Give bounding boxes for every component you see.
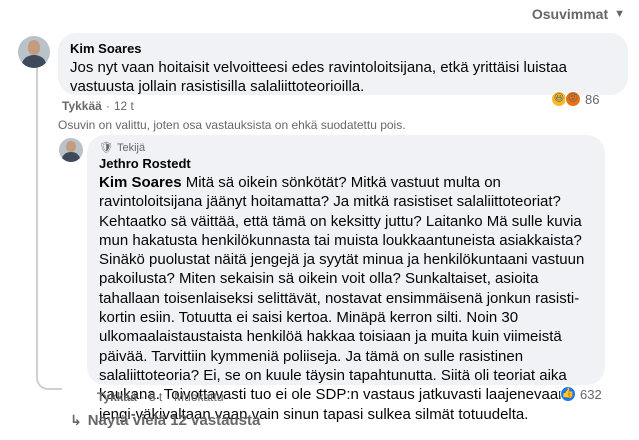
reaction-summary[interactable]: 👍 632	[560, 386, 602, 402]
like-icon: 👍	[560, 386, 576, 402]
avatar[interactable]	[59, 138, 83, 162]
show-more-label: Näytä vielä 12 vastausta	[87, 412, 261, 429]
mention-link[interactable]: Kim Soares	[99, 174, 182, 191]
reply-timestamp[interactable]: 8 t	[149, 390, 162, 404]
comment-author[interactable]: Kim Soares	[70, 41, 616, 56]
reply-body: Mitä sä oikein sönkötät? Mitkä vastuut m…	[99, 174, 585, 423]
separator: ·	[140, 390, 145, 404]
chevron-down-icon: ▼	[614, 8, 625, 20]
thread-connector	[36, 360, 62, 390]
author-badge: 🛡 Tekijä	[99, 141, 593, 155]
separator: ·	[166, 390, 171, 404]
reply-actions: Tykkää · 8 t · Muokattu	[97, 390, 224, 404]
edited-label[interactable]: Muokattu	[174, 390, 223, 404]
badge-label: Tekijä	[116, 141, 146, 154]
reply-author[interactable]: Jethro Rostedt	[99, 156, 593, 171]
like-button[interactable]: Tykkää	[62, 99, 102, 113]
thread-line	[36, 60, 38, 380]
separator: ·	[105, 99, 110, 113]
comment-timestamp[interactable]: 12 t	[114, 99, 134, 113]
reaction-count: 632	[580, 386, 602, 402]
angry-icon: 😡	[565, 91, 581, 107]
comment-text: Jos nyt vaan hoitaisit velvoitteesi edes…	[70, 59, 567, 95]
reply-arrow-icon: ↳	[70, 412, 82, 428]
show-more-replies[interactable]: ↳ Näytä vielä 12 vastausta	[70, 412, 260, 429]
filter-notice: Osuvin on valittu, joten osa vastauksist…	[58, 118, 406, 132]
reaction-summary[interactable]: 😆 😡 86	[551, 91, 599, 107]
comment-bubble: Kim Soares Jos nyt vaan hoitaisit velvoi…	[58, 33, 628, 95]
reply-text: Kim Soares Mitä sä oikein sönkötät? Mitk…	[99, 173, 593, 424]
avatar[interactable]	[18, 36, 50, 68]
reaction-count: 86	[585, 91, 600, 107]
sort-dropdown[interactable]: Osuvimmat ▼	[532, 6, 625, 22]
shield-icon: 🛡	[99, 142, 113, 154]
reply-bubble: 🛡 Tekijä Jethro Rostedt Kim Soares Mitä …	[87, 135, 605, 423]
comment-actions: Tykkää · 12 t	[62, 99, 134, 113]
sort-label: Osuvimmat	[531, 6, 609, 22]
like-button[interactable]: Tykkää	[97, 390, 137, 404]
